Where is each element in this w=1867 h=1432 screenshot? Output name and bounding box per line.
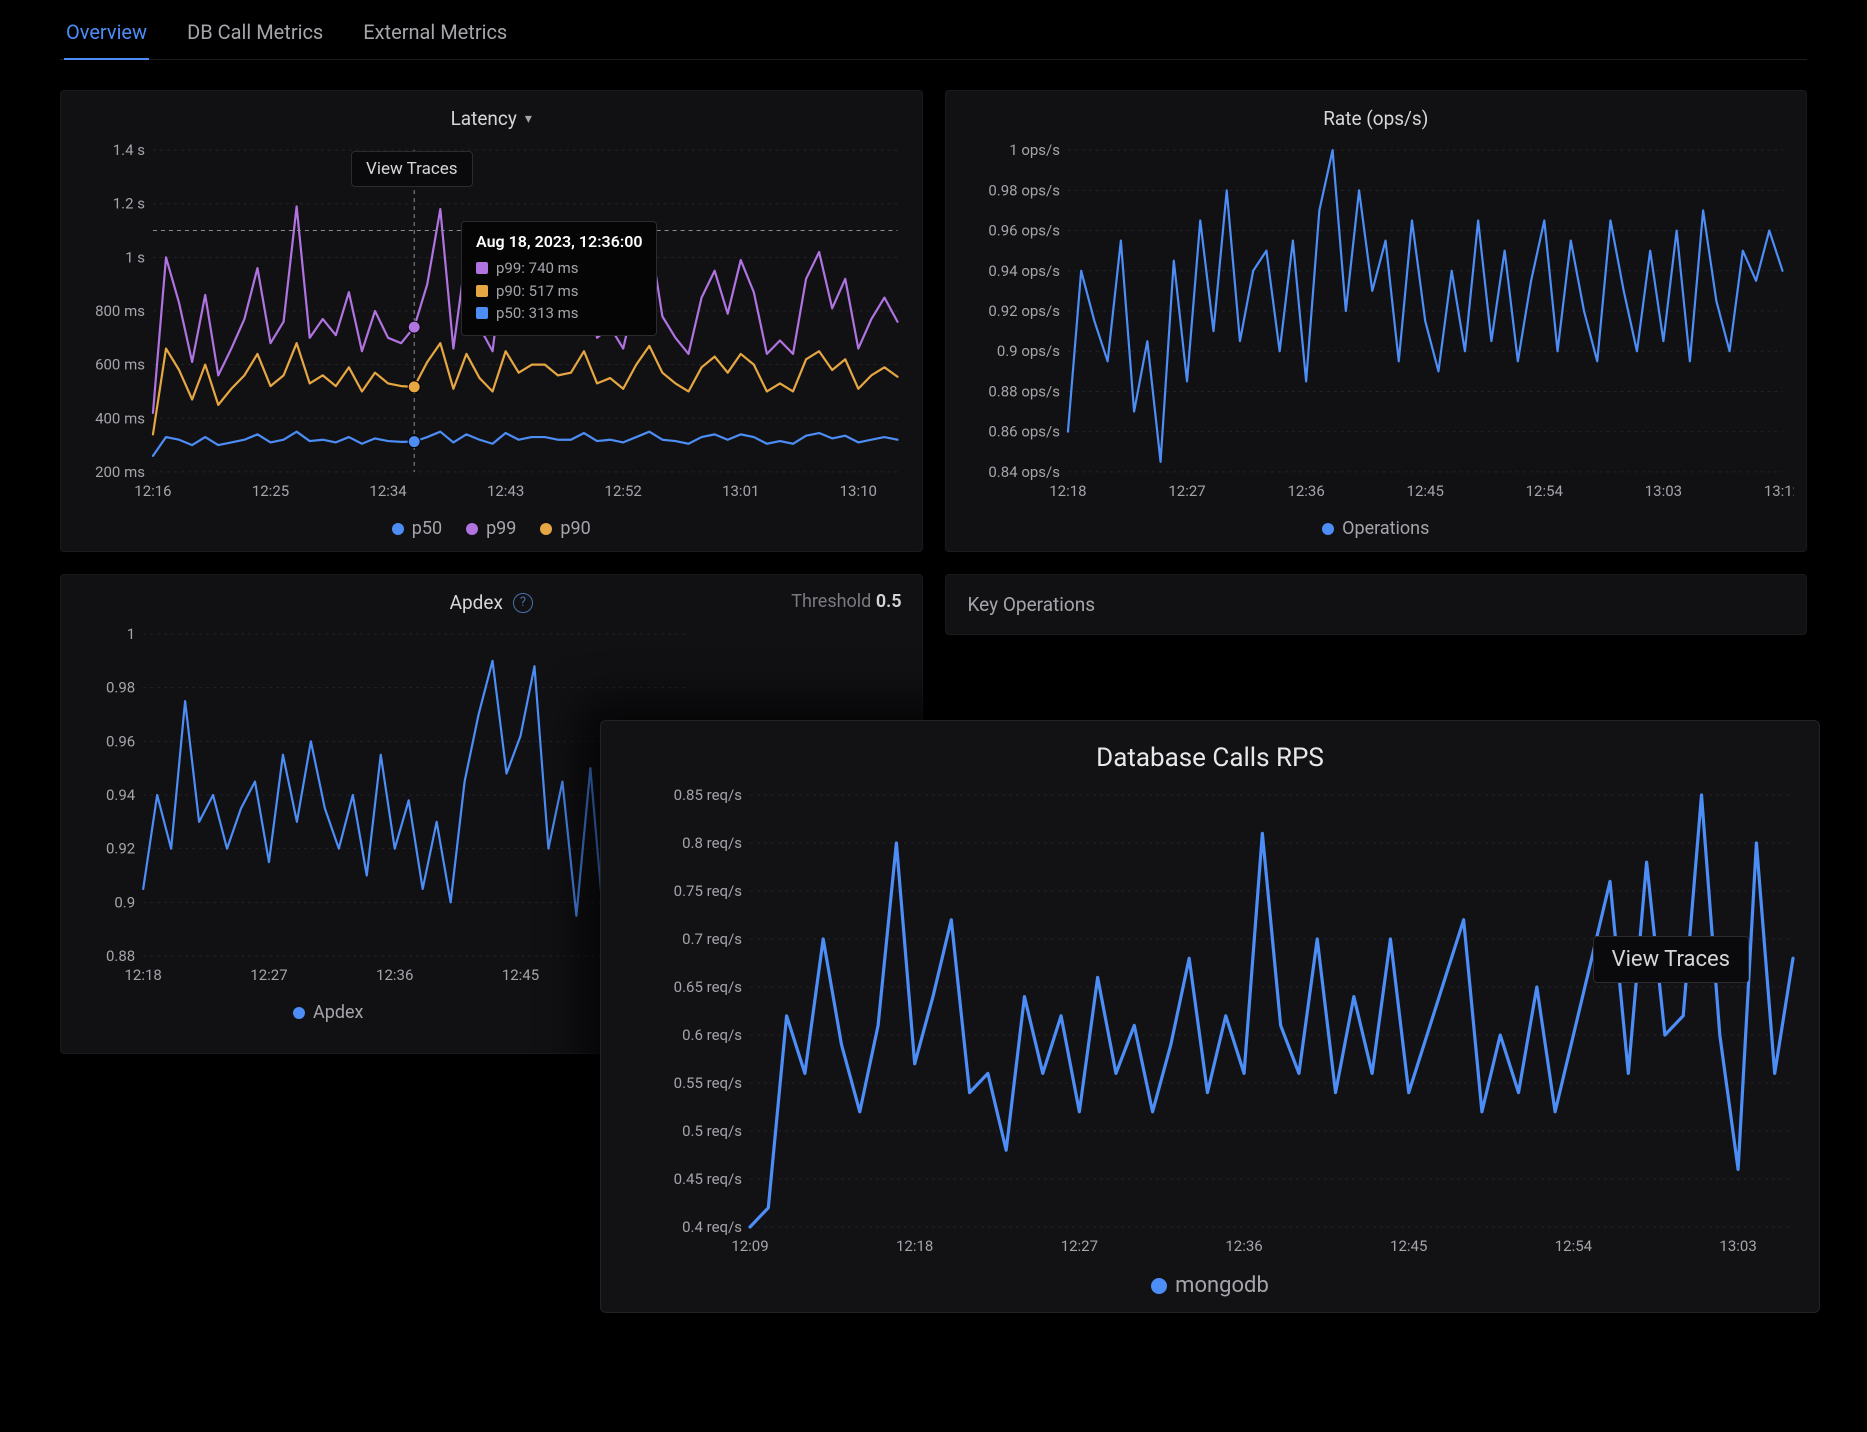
svg-text:0.85 req/s: 0.85 req/s — [674, 787, 742, 804]
svg-text:12:25: 12:25 — [252, 482, 289, 500]
rate-card: Rate (ops/s) 0.84 ops/s 0.86 ops/s 0.88 op… — [945, 90, 1808, 552]
key-operations-header: Key Operations — [945, 574, 1808, 635]
svg-text:12:36: 12:36 — [376, 966, 413, 984]
svg-text:0.4 req/s: 0.4 req/s — [682, 1218, 742, 1236]
svg-text:13:03: 13:03 — [1644, 482, 1681, 500]
db-rps-plot[interactable]: 0.4 req/s 0.45 req/s 0.5 req/s 0.55 req/s 0.… — [615, 787, 1805, 1267]
svg-text:0.75 req/s: 0.75 req/s — [674, 882, 742, 900]
svg-text:0.94: 0.94 — [106, 786, 136, 804]
svg-text:0.88: 0.88 — [106, 947, 135, 965]
svg-text:12:18: 12:18 — [896, 1237, 933, 1255]
latency-title-text: Latency — [451, 107, 517, 130]
info-icon[interactable]: ? — [513, 593, 533, 613]
rate-legend: Operations — [958, 512, 1795, 541]
svg-text:12:54: 12:54 — [1555, 1237, 1593, 1255]
svg-text:0.86 ops/s: 0.86 ops/s — [988, 423, 1060, 441]
svg-text:200 ms: 200 ms — [95, 463, 145, 481]
svg-text:1.2 s: 1.2 s — [113, 195, 145, 213]
svg-text:12:34: 12:34 — [369, 482, 407, 500]
svg-text:0.6 req/s: 0.6 req/s — [682, 1026, 742, 1044]
tabs: Overview DB Call Metrics External Metric… — [60, 0, 1807, 60]
svg-text:0.98 ops/s: 0.98 ops/s — [988, 181, 1060, 199]
latency-card: Latency ▾ 200 ms 400 ms 600 ms 800 ms 1 s 1.2… — [60, 90, 923, 552]
svg-text:0.94 ops/s: 0.94 ops/s — [988, 262, 1060, 280]
svg-text:1 ops/s: 1 ops/s — [1009, 142, 1060, 159]
latency-legend: p50 p99 p90 — [73, 512, 910, 541]
legend-mongodb[interactable]: mongodb — [1151, 1273, 1269, 1298]
rate-plot[interactable]: 0.84 ops/s 0.86 ops/s 0.88 ops/s 0.9 ops/s 0… — [958, 142, 1795, 512]
legend-apdex[interactable]: Apdex — [293, 1002, 363, 1023]
svg-text:13:03: 13:03 — [1719, 1237, 1756, 1255]
chevron-down-icon: ▾ — [525, 111, 532, 127]
svg-text:12:16: 12:16 — [134, 482, 171, 500]
view-traces-button-db[interactable]: View Traces — [1593, 936, 1749, 983]
svg-text:600 ms: 600 ms — [95, 356, 145, 374]
tooltip-row-p50: p50: 313 ms — [476, 302, 642, 325]
svg-text:12:18: 12:18 — [125, 966, 162, 984]
svg-text:0.96: 0.96 — [106, 732, 135, 750]
svg-text:12:27: 12:27 — [1168, 482, 1205, 500]
svg-text:12:45: 12:45 — [1406, 482, 1443, 500]
svg-text:13:12: 13:12 — [1763, 482, 1794, 500]
svg-text:12:36: 12:36 — [1287, 482, 1324, 500]
svg-text:0.96 ops/s: 0.96 ops/s — [988, 222, 1060, 240]
db-rps-card: Database Calls RPS 0.4 req/s0.45 req/s0.… — [600, 720, 1820, 1313]
svg-text:0.5 req/s: 0.5 req/s — [682, 1122, 742, 1140]
svg-text:0.9: 0.9 — [114, 893, 135, 911]
svg-text:0.45 req/s: 0.45 req/s — [674, 1170, 742, 1188]
svg-text:12:36: 12:36 — [1225, 1237, 1262, 1255]
svg-text:0.8 req/s: 0.8 req/s — [682, 834, 742, 852]
svg-text:0.88 ops/s: 0.88 ops/s — [988, 382, 1060, 400]
svg-text:12:54: 12:54 — [1525, 482, 1563, 500]
svg-text:0.92: 0.92 — [106, 840, 135, 858]
svg-text:0.65 req/s: 0.65 req/s — [674, 978, 742, 996]
svg-text:12:27: 12:27 — [1061, 1237, 1098, 1255]
svg-text:0.9 ops/s: 0.9 ops/s — [996, 342, 1059, 360]
svg-text:1 s: 1 s — [125, 248, 145, 266]
svg-text:400 ms: 400 ms — [95, 409, 145, 427]
svg-text:12:43: 12:43 — [487, 482, 524, 500]
svg-text:12:45: 12:45 — [502, 966, 539, 984]
svg-text:12:09: 12:09 — [731, 1237, 768, 1255]
svg-text:0.55 req/s: 0.55 req/s — [674, 1074, 742, 1092]
legend-p99[interactable]: p99 — [466, 518, 516, 539]
svg-text:0.84 ops/s: 0.84 ops/s — [988, 463, 1060, 481]
latency-title[interactable]: Latency ▾ — [73, 103, 910, 142]
legend-operations[interactable]: Operations — [1322, 518, 1429, 539]
svg-text:13:10: 13:10 — [840, 482, 877, 500]
svg-text:0.92 ops/s: 0.92 ops/s — [988, 302, 1060, 320]
svg-text:1.4 s: 1.4 s — [113, 142, 145, 159]
svg-text:800 ms: 800 ms — [95, 302, 145, 320]
svg-text:0.7 req/s: 0.7 req/s — [682, 930, 742, 948]
tooltip-time: Aug 18, 2023, 12:36:00 — [476, 232, 642, 251]
svg-text:12:18: 12:18 — [1049, 482, 1086, 500]
latency-tooltip: Aug 18, 2023, 12:36:00 p99: 740 ms p90: … — [461, 221, 657, 336]
legend-p90[interactable]: p90 — [540, 518, 590, 539]
svg-text:0.98: 0.98 — [106, 679, 135, 697]
view-traces-button-latency[interactable]: View Traces — [351, 151, 473, 187]
svg-text:13:01: 13:01 — [722, 482, 759, 500]
tab-overview[interactable]: Overview — [64, 6, 149, 60]
tab-db-call-metrics[interactable]: DB Call Metrics — [185, 6, 325, 59]
apdex-title: Apdex — [450, 591, 503, 614]
tab-external-metrics[interactable]: External Metrics — [361, 6, 509, 59]
db-rps-title: Database Calls RPS — [615, 735, 1805, 787]
tooltip-row-p99: p99: 740 ms — [476, 257, 642, 280]
rate-title: Rate (ops/s) — [958, 103, 1795, 142]
svg-text:12:45: 12:45 — [1390, 1237, 1427, 1255]
apdex-threshold: Threshold 0.5 — [791, 591, 901, 612]
svg-text:1: 1 — [127, 626, 135, 643]
svg-text:12:27: 12:27 — [250, 966, 287, 984]
db-rps-legend: mongodb — [615, 1267, 1805, 1300]
legend-p50[interactable]: p50 — [392, 518, 442, 539]
svg-text:12:52: 12:52 — [605, 482, 642, 500]
tooltip-row-p90: p90: 517 ms — [476, 280, 642, 303]
apdex-title-row: Apdex ? Threshold 0.5 — [73, 587, 910, 626]
